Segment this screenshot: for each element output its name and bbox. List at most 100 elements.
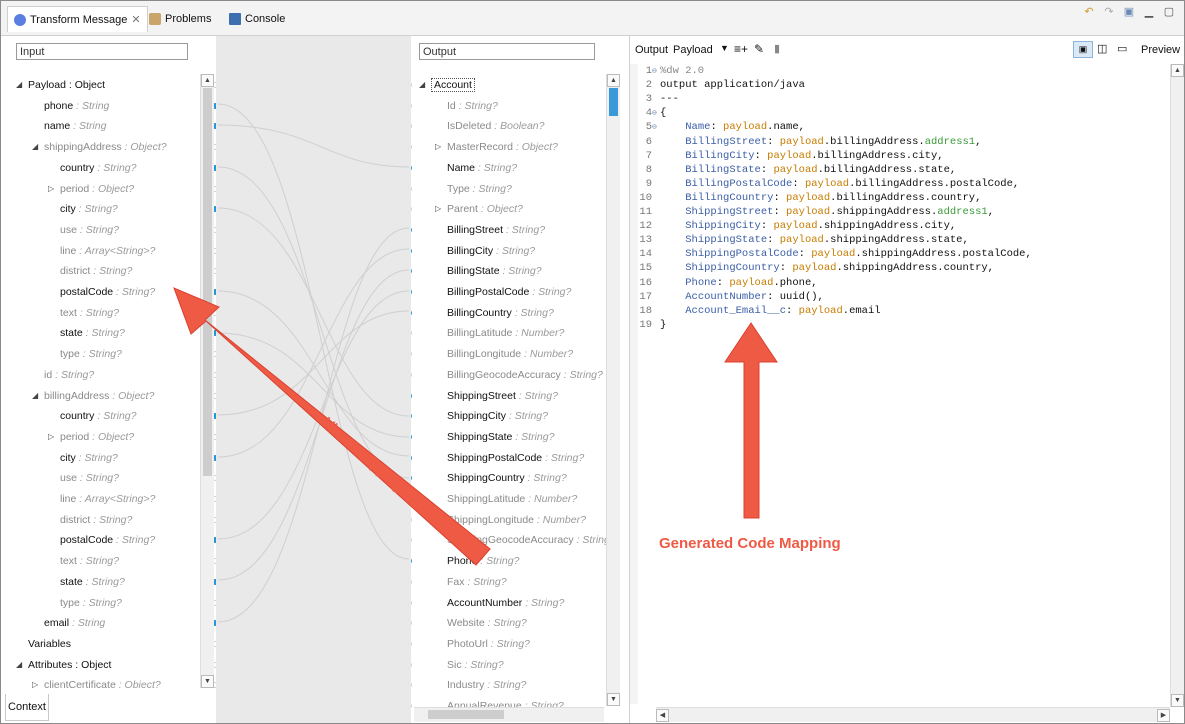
output-tree-row[interactable]: ◢ Account <box>419 76 475 94</box>
scroll-left-icon[interactable]: ◀ <box>656 709 669 722</box>
columns-view-icon[interactable]: ◫ <box>1097 42 1107 55</box>
chevron-down-icon[interactable]: ▼ <box>720 43 729 53</box>
scroll-right-icon[interactable]: ▶ <box>1157 709 1170 722</box>
tab-console[interactable]: Console <box>229 8 285 30</box>
output-search-field[interactable]: Output <box>419 43 595 60</box>
output-tree-row[interactable]: BillingState : String? <box>447 262 542 280</box>
single-view-icon[interactable]: ▭ <box>1117 42 1127 55</box>
mapping-connector-dot[interactable] <box>411 289 412 295</box>
split-view-icon[interactable]: ▣ <box>1073 41 1093 58</box>
output-tree-row[interactable]: ShippingLatitude : Number? <box>447 490 577 508</box>
mapping-connector-dot[interactable] <box>411 330 412 337</box>
mapping-connector-dot[interactable] <box>411 226 412 233</box>
input-tree-row[interactable]: postalCode : String? <box>60 283 155 301</box>
collapse-icon[interactable]: ▷ <box>435 138 441 156</box>
mapping-connector-dot[interactable] <box>411 640 412 647</box>
collapse-icon[interactable]: ▷ <box>435 200 441 218</box>
mapping-connector-dot[interactable] <box>411 703 412 709</box>
input-tree-row[interactable]: city : String? <box>60 200 118 218</box>
scroll-down-icon[interactable]: ▼ <box>607 693 620 706</box>
output-tree-row[interactable]: ShippingState : String? <box>447 428 554 446</box>
output-tree-row[interactable]: Website : String? <box>447 614 527 632</box>
output-tree-row[interactable]: BillingCity : String? <box>447 242 535 260</box>
collapse-icon[interactable]: ▷ <box>32 676 38 688</box>
expand-icon[interactable]: ◢ <box>16 656 22 674</box>
mapping-connector-dot[interactable] <box>411 371 412 378</box>
output-tree-row[interactable]: BillingGeocodeAccuracy : String? <box>447 366 603 384</box>
output-tree-row[interactable]: IsDeleted : Boolean? <box>447 117 545 135</box>
save-icon[interactable]: ▣ <box>1122 5 1136 18</box>
input-tree-row[interactable]: ▷ period : Object? <box>48 180 134 198</box>
scroll-up-icon[interactable]: ▲ <box>201 74 214 87</box>
input-tree-row[interactable]: Variables <box>28 635 71 653</box>
output-tree-row[interactable]: BillingPostalCode : String? <box>447 283 571 301</box>
preview-button[interactable]: Preview <box>1141 44 1180 56</box>
output-tree-row[interactable]: AccountNumber : String? <box>447 594 564 612</box>
expand-icon[interactable]: ◢ <box>16 76 22 94</box>
mapping-connector-dot[interactable] <box>411 599 412 606</box>
input-tree-row[interactable]: line : Array<String>? <box>60 242 155 260</box>
output-tree-row[interactable]: Id : String? <box>447 97 498 115</box>
input-tree-row[interactable]: postalCode : String? <box>60 531 155 549</box>
maximize-icon[interactable]: ▢ <box>1162 5 1176 18</box>
output-tree-row[interactable]: Type : String? <box>447 180 512 198</box>
mapping-connector-dot[interactable] <box>411 558 412 565</box>
mapping-connector-dot[interactable] <box>411 516 412 523</box>
input-tree-row[interactable]: ◢ Attributes : Object <box>16 656 111 674</box>
input-tree-row[interactable]: email : String <box>44 614 105 632</box>
input-tree-row[interactable]: phone : String <box>44 97 109 115</box>
output-tree-row[interactable]: Sic : String? <box>447 656 504 674</box>
output-tree-row[interactable]: ShippingStreet : String? <box>447 387 558 405</box>
mapping-connector-dot[interactable] <box>411 578 412 585</box>
input-tree-row[interactable]: type : String? <box>60 345 122 363</box>
tab-problems[interactable]: Problems <box>149 8 211 30</box>
output-tree-row[interactable]: ▷ Parent : Object? <box>435 200 523 218</box>
mapping-connector-dot[interactable] <box>411 682 412 689</box>
output-tree-row[interactable]: Name : String? <box>447 159 517 177</box>
output-tree-row[interactable]: ShippingLongitude : Number? <box>447 511 586 529</box>
expand-icon[interactable]: ◢ <box>32 138 38 156</box>
undo-icon[interactable]: ↶ <box>1082 5 1096 18</box>
mapping-connector-dot[interactable] <box>411 102 412 109</box>
close-icon[interactable]: ✕ <box>131 13 140 26</box>
input-tree-row[interactable]: use : String? <box>60 221 119 239</box>
input-tree-row[interactable]: district : String? <box>60 511 132 529</box>
input-tree-row[interactable]: district : String? <box>60 262 132 280</box>
output-tree-row[interactable]: Fax : String? <box>447 573 507 591</box>
output-tree-row[interactable]: ▷ MasterRecord : Object? <box>435 138 558 156</box>
collapse-icon[interactable]: ▷ <box>48 180 54 198</box>
mapping-connector-dot[interactable] <box>411 620 412 627</box>
input-tree-row[interactable]: city : String? <box>60 449 118 467</box>
output-tree-row[interactable]: BillingStreet : String? <box>447 221 545 239</box>
mapping-connector-dot[interactable] <box>411 82 412 88</box>
mapping-connector-dot[interactable] <box>411 433 412 440</box>
scroll-up-icon[interactable]: ▲ <box>607 74 620 87</box>
mapping-connector-dot[interactable] <box>411 537 412 544</box>
scroll-thumb[interactable] <box>609 88 618 116</box>
input-tree-row[interactable]: type : String? <box>60 594 122 612</box>
mapping-connector-dot[interactable] <box>411 392 412 399</box>
payload-selector[interactable]: Payload <box>673 44 713 56</box>
tab-transform-message[interactable]: Transform Message ✕ <box>7 6 148 32</box>
mapping-connector-dot[interactable] <box>411 413 412 420</box>
context-tab[interactable]: Context <box>5 694 49 721</box>
input-tree-row[interactable]: ▷ period : Object? <box>48 428 134 446</box>
delete-icon[interactable]: ▮ <box>774 42 780 55</box>
expand-icon[interactable]: ◢ <box>419 76 425 94</box>
output-tree-row[interactable]: ShippingCity : String? <box>447 407 548 425</box>
mapping-connector-dot[interactable] <box>411 268 412 275</box>
output-tree-row[interactable]: ShippingPostalCode : String? <box>447 449 584 467</box>
scroll-down-icon[interactable]: ▼ <box>1171 694 1184 707</box>
redo-icon[interactable]: ↷ <box>1102 5 1116 18</box>
mapping-connector-dot[interactable] <box>411 247 412 254</box>
mapping-connector-dot[interactable] <box>411 309 412 316</box>
mapping-connector-dot[interactable] <box>411 496 412 502</box>
output-tree-row[interactable]: BillingLatitude : Number? <box>447 324 564 342</box>
mapping-connector-dot[interactable] <box>411 164 412 171</box>
input-search-field[interactable]: Input <box>16 43 188 60</box>
input-tree-row[interactable]: id : String? <box>44 366 94 384</box>
input-tree-row[interactable]: name : String <box>44 117 106 135</box>
scroll-thumb[interactable] <box>428 710 504 719</box>
scroll-thumb[interactable] <box>203 88 212 476</box>
pencil-icon[interactable]: ✎ <box>754 42 764 56</box>
